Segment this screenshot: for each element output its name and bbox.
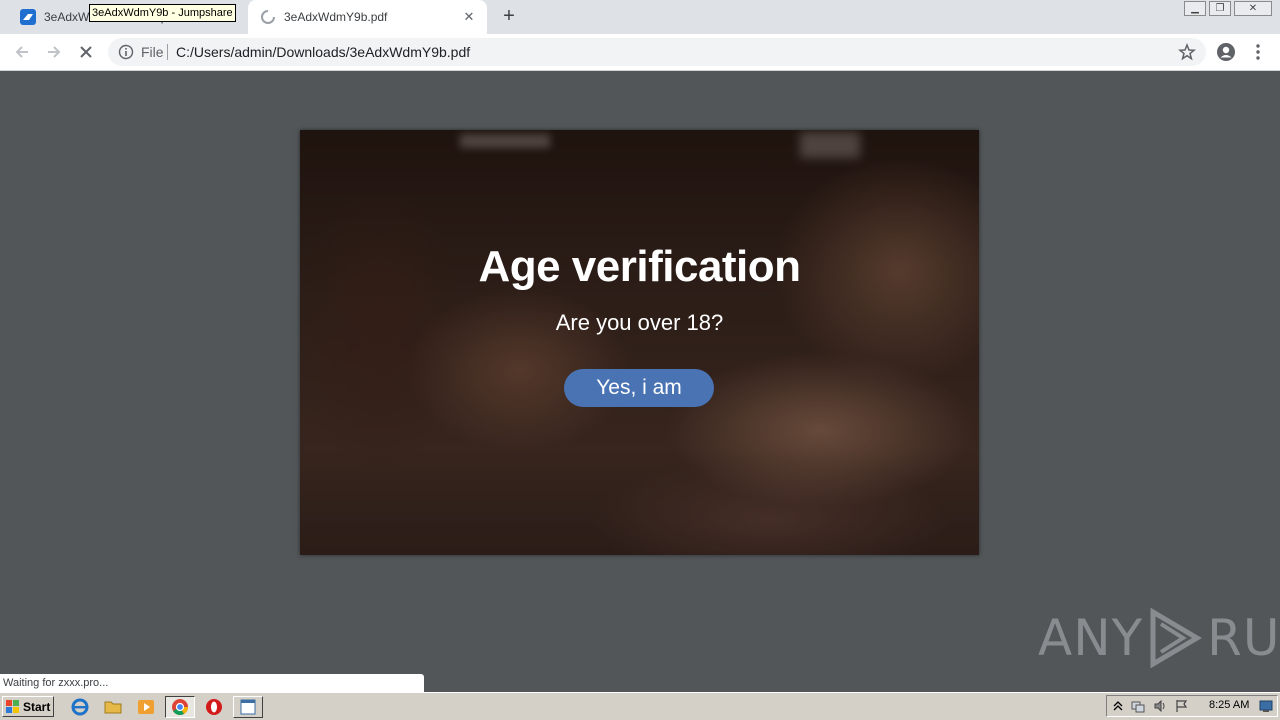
arrow-right-icon (48, 46, 61, 58)
chrome-icon (172, 699, 188, 715)
omnibox-divider (167, 44, 168, 60)
tab-title: 3eAdxWdmY9b.pdf (284, 10, 388, 24)
chevron-up-icon[interactable] (1111, 699, 1125, 713)
internet-explorer-icon[interactable] (70, 697, 90, 717)
jumpshare-favicon-icon (20, 9, 36, 25)
anyrun-watermark: ANY RUN (1038, 608, 1280, 668)
media-player-icon[interactable] (136, 697, 156, 717)
address-bar[interactable]: File C:/Users/admin/Downloads/3eAdxWdmY9… (108, 38, 1206, 66)
restore-button[interactable]: ❐ (1209, 1, 1231, 16)
menu-button[interactable] (1246, 40, 1270, 64)
system-tray: 8:25 AM (1106, 695, 1278, 717)
start-label: Start (23, 699, 51, 714)
account-icon (1217, 43, 1235, 61)
pdf-page: Age verification Are you over 18? Yes, i… (300, 130, 979, 555)
folder-icon[interactable] (103, 697, 123, 717)
clock[interactable]: 8:25 AM (1209, 699, 1249, 711)
pdf-viewer: Age verification Are you over 18? Yes, i… (0, 71, 1280, 692)
profile-button[interactable] (1214, 40, 1238, 64)
window-icon (240, 699, 256, 715)
volume-icon[interactable] (1153, 699, 1167, 713)
age-question: Are you over 18? (555, 310, 724, 335)
forward-button[interactable] (42, 40, 66, 64)
flag-icon[interactable] (1175, 699, 1189, 713)
status-bubble: Waiting for zxxx.pro... (0, 674, 424, 692)
url-text[interactable]: C:/Users/admin/Downloads/3eAdxWdmY9b.pdf (176, 44, 470, 60)
tab-pdf[interactable]: 3eAdxWdmY9b.pdf ✕ (248, 0, 487, 34)
tab-strip: 3eAdxWdmY9b - Jumpshare ✕ 3eAdxWdmY9b - … (0, 0, 1280, 34)
play-logo-icon (1150, 608, 1203, 668)
stop-button[interactable] (74, 40, 98, 64)
info-icon[interactable] (118, 44, 134, 60)
watermark-left: ANY (1038, 609, 1144, 667)
arrow-left-icon (15, 46, 28, 58)
close-icon (80, 46, 92, 58)
background-overlay (300, 130, 979, 555)
minimize-button[interactable]: ▁ (1184, 1, 1206, 16)
show-desktop-icon[interactable] (1259, 699, 1273, 713)
close-window-button[interactable]: ✕ (1234, 1, 1272, 16)
tab-close-icon[interactable]: ✕ (461, 9, 477, 25)
confirm-age-button[interactable]: Yes, i am (564, 369, 714, 407)
loading-spinner-icon (261, 10, 275, 24)
scheme-label: File (141, 44, 164, 60)
tab-tooltip: 3eAdxWdmY9b - Jumpshare (89, 4, 236, 22)
start-button[interactable]: Start (2, 696, 54, 717)
bookmark-star-icon[interactable] (1178, 43, 1196, 61)
watermark-right: RUN (1207, 609, 1280, 667)
browser-toolbar: File C:/Users/admin/Downloads/3eAdxWdmY9… (0, 34, 1280, 71)
new-tab-button[interactable]: + (499, 6, 519, 26)
network-icon[interactable] (1131, 699, 1145, 713)
chrome-taskbar-button[interactable] (165, 696, 195, 718)
windows-logo-icon (6, 699, 19, 713)
opera-icon[interactable] (204, 697, 224, 717)
more-vert-icon (1256, 44, 1260, 60)
taskbar: Start 8:25 AM (0, 692, 1280, 720)
back-button[interactable] (10, 40, 34, 64)
age-verification-title: Age verification (478, 242, 801, 291)
window-taskbar-button[interactable] (233, 696, 263, 718)
